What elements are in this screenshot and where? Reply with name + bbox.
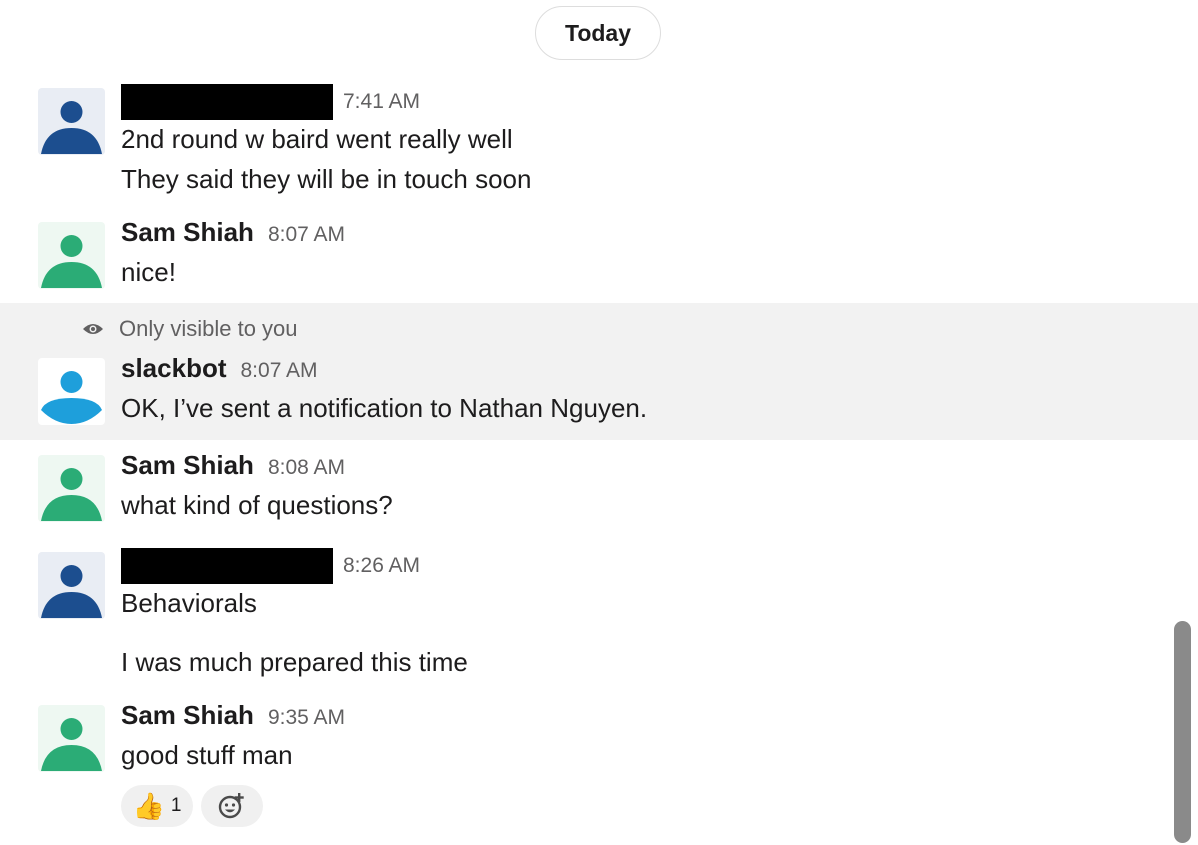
message-header: Sam Shiah 8:08 AM [121,450,345,480]
message-header: 7:41 AM [121,84,420,120]
sender-name[interactable]: Sam Shiah [121,700,254,731]
avatar[interactable] [38,222,105,289]
sender-name[interactable]: Sam Shiah [121,450,254,481]
avatar[interactable] [38,705,105,772]
day-divider-label: Today [564,19,632,46]
message-text: 2nd round w baird went really well [121,124,513,154]
message-text: Behaviorals [121,588,257,618]
visibility-text: Only visible to you [119,316,298,341]
visibility-note: Only visible to you [82,316,298,342]
scrollbar-thumb[interactable] [1174,621,1191,843]
avatar[interactable] [38,88,105,155]
message-text: good stuff man [121,740,293,770]
day-divider-today[interactable]: Today [535,6,661,60]
reaction-count: 1 [170,795,182,816]
message-timestamp[interactable]: 7:41 AM [343,90,420,114]
message-text: I was much prepared this time [121,647,468,677]
avatar[interactable] [38,358,105,425]
message-timestamp[interactable]: 8:07 AM [268,223,345,247]
reaction-thumbs-up[interactable]: 👍 1 [121,785,193,827]
message-text: They said they will be in touch soon [121,164,532,194]
message-timestamp[interactable]: 9:35 AM [268,706,345,730]
thumbs-up-icon: 👍 [132,791,165,821]
message-timestamp[interactable]: 8:07 AM [241,359,318,383]
add-reaction-button[interactable] [201,785,263,827]
message-timestamp[interactable]: 8:08 AM [268,456,345,480]
eye-icon [83,324,103,334]
message-header: Sam Shiah 8:07 AM [121,217,345,247]
add-reaction-icon [218,793,244,819]
message-text: what kind of questions? [121,490,393,520]
message-text: OK, I’ve sent a notification to Nathan N… [121,393,648,423]
message-header: Sam Shiah 9:35 AM [121,700,345,730]
sender-name[interactable]: Sam Shiah [121,217,254,248]
message-text: nice! [121,257,176,287]
message-timestamp[interactable]: 8:26 AM [343,554,420,578]
avatar[interactable] [38,455,105,522]
message-header: 8:26 AM [121,548,420,584]
message-header: slackbot 8:07 AM [121,353,318,383]
sender-name[interactable]: slackbot [121,353,227,384]
avatar[interactable] [38,552,105,619]
redacted-sender-name [121,548,333,584]
redacted-sender-name [121,84,333,120]
